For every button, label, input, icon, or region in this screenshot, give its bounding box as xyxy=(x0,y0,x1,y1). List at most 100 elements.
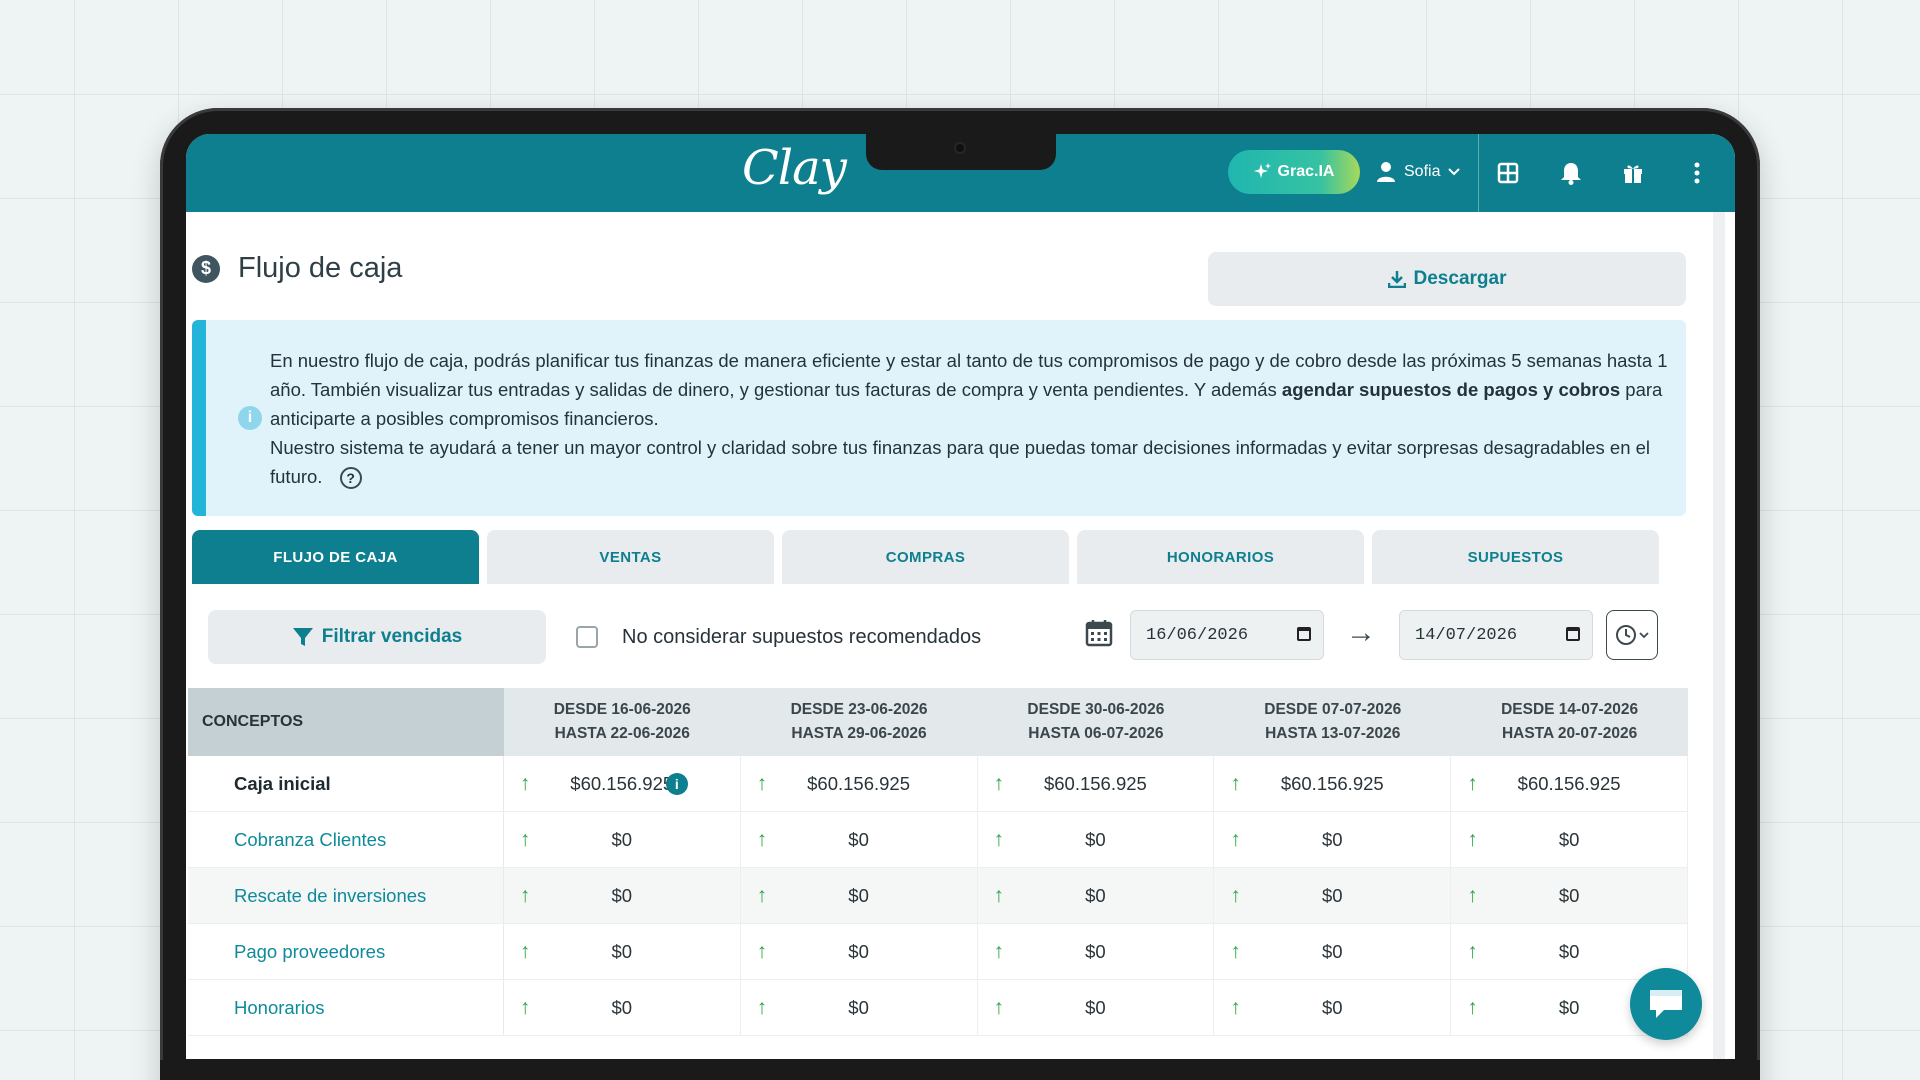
arrow-up-icon: ↑ xyxy=(519,995,531,1019)
arrow-up-icon: ↑ xyxy=(519,771,531,795)
arrow-up-icon: ↑ xyxy=(1230,827,1241,851)
date-from-input[interactable]: 16/06/2026 xyxy=(1130,610,1324,660)
camera-icon xyxy=(954,142,966,154)
column-header[interactable]: DESDE 16-06-2026 HASTA 22-06-2026 xyxy=(504,688,741,756)
info-icon[interactable]: i xyxy=(665,772,688,795)
grid-icon xyxy=(1497,162,1519,184)
cash-flow-table: CONCEPTOS DESDE 16-06-2026 HASTA 22-06-20… xyxy=(188,688,1689,1036)
column-header[interactable]: DESDE 07-07-2026 HASTA 13-07-2026 xyxy=(1214,688,1451,756)
download-button[interactable]: Descargar xyxy=(1208,252,1686,306)
cell-value: $0 xyxy=(848,940,869,962)
gifts-button[interactable] xyxy=(1618,158,1648,188)
help-icon[interactable]: ? xyxy=(339,467,362,490)
cell-value: $0 xyxy=(1085,828,1106,850)
column-header[interactable]: DESDE 30-06-2026 HASTA 06-07-2026 xyxy=(977,688,1214,756)
dollar-circle-icon: $ xyxy=(192,254,220,283)
table-cell[interactable]: ↑ $60.156.925 xyxy=(741,756,978,811)
exclude-recommended-label: No considerar supuestos recomendados xyxy=(622,626,982,648)
row-concept[interactable]: Cobranza Clientes xyxy=(188,812,504,867)
chat-button[interactable] xyxy=(1630,968,1702,1040)
scrollbar[interactable] xyxy=(1713,212,1725,1059)
arrow-up-icon: ↑ xyxy=(993,939,1005,963)
main-content: $ Flujo de caja Descargar i En nuestro f… xyxy=(186,212,1735,1059)
table-cell[interactable]: ↑ $0 xyxy=(741,812,978,867)
filter-overdue-button[interactable]: Filtrar vencidas xyxy=(208,610,546,664)
download-icon xyxy=(1387,271,1406,288)
row-concept[interactable]: Rescate de inversiones xyxy=(188,868,504,923)
arrow-up-icon: ↑ xyxy=(1230,995,1241,1019)
tab-compras[interactable]: COMPRAS xyxy=(782,530,1069,584)
apps-grid-button[interactable] xyxy=(1493,158,1523,188)
chevron-down-icon xyxy=(1448,168,1461,176)
table-cell[interactable]: ↑ $0 xyxy=(978,812,1215,867)
cell-value: $0 xyxy=(1085,996,1106,1018)
table-cell[interactable]: ↑ $0 xyxy=(1214,812,1452,867)
info-banner: i En nuestro flujo de caja, podrás plani… xyxy=(192,320,1686,516)
table-cell[interactable]: ↑ $60.156.925 xyxy=(1214,756,1452,811)
date-to-input[interactable]: 14/07/2026 xyxy=(1399,610,1593,660)
assistant-label: Grac.IA xyxy=(1277,163,1335,180)
cell-value: $0 xyxy=(848,884,869,906)
period-select-button[interactable] xyxy=(1606,610,1658,660)
notifications-button[interactable] xyxy=(1556,158,1586,188)
bell-icon xyxy=(1561,163,1581,185)
table-cell[interactable]: ↑ $0 xyxy=(978,868,1215,923)
tab-supuestos[interactable]: SUPUESTOS xyxy=(1372,530,1659,584)
user-menu[interactable]: Sofia xyxy=(1376,154,1461,190)
calendar-icon[interactable] xyxy=(1297,627,1311,641)
row-concept[interactable]: Honorarios xyxy=(188,980,504,1035)
table-cell[interactable]: ↑ $0 xyxy=(504,980,741,1035)
column-to: HASTA 06-07-2026 xyxy=(1028,725,1164,742)
cell-value: $0 xyxy=(1558,940,1580,962)
more-options-button[interactable] xyxy=(1682,158,1712,188)
table-cell[interactable]: ↑ $0 xyxy=(978,980,1215,1035)
tab-ventas[interactable]: VENTAS xyxy=(487,530,774,584)
table-cell[interactable]: ↑ $0 xyxy=(978,924,1215,979)
table-cell[interactable]: ↑ $60.156.925 i xyxy=(504,756,741,811)
sparkle-icon xyxy=(1253,163,1271,178)
table-cell[interactable]: ↑ $0 xyxy=(1214,868,1452,923)
arrow-up-icon: ↑ xyxy=(756,995,768,1019)
table-cell[interactable]: ↑ $0 xyxy=(504,812,741,867)
table-row: Caja inicial ↑ $60.156.925 i ↑ $60.156.925 … xyxy=(188,756,1689,812)
table-cell[interactable]: ↑ $0 xyxy=(1451,812,1689,867)
arrow-up-icon: ↑ xyxy=(519,939,531,963)
column-header[interactable]: DESDE 14-07-2026 HASTA 20-07-2026 xyxy=(1451,688,1688,756)
calendar-icon[interactable] xyxy=(1084,618,1114,648)
clock-icon xyxy=(1616,625,1636,645)
table-cell[interactable]: ↑ $0 xyxy=(504,924,741,979)
assistant-button[interactable]: Grac.IA xyxy=(1228,150,1360,194)
table-cell[interactable]: ↑ $0 xyxy=(1214,924,1452,979)
arrow-up-icon: ↑ xyxy=(993,827,1005,851)
user-name: Sofia xyxy=(1404,163,1441,180)
table-cell[interactable]: ↑ $0 xyxy=(1214,980,1452,1035)
arrow-right-icon: → xyxy=(1346,616,1376,649)
table-cell[interactable]: ↑ $60.156.925 xyxy=(978,756,1215,811)
filter-icon xyxy=(292,628,313,646)
cell-value: $0 xyxy=(848,828,869,850)
laptop-bezel xyxy=(160,1060,1760,1080)
arrow-up-icon: ↑ xyxy=(1467,883,1478,907)
cell-value: $60.156.925 xyxy=(1517,772,1621,794)
exclude-recommended-checkbox[interactable] xyxy=(576,626,598,648)
app-logo[interactable]: Clay xyxy=(742,140,847,196)
table-cell[interactable]: ↑ $0 xyxy=(1451,868,1689,923)
table-cell[interactable]: ↑ $0 xyxy=(504,868,741,923)
calendar-icon[interactable] xyxy=(1566,627,1580,641)
table-cell[interactable]: ↑ $0 xyxy=(741,980,978,1035)
info-line-2: Nuestro sistema te ayudará a tener un ma… xyxy=(270,437,1651,487)
cell-value: $60.156.925 xyxy=(1043,772,1147,794)
table-cell[interactable]: ↑ $60.156.925 xyxy=(1451,756,1689,811)
column-header[interactable]: DESDE 23-06-2026 HASTA 29-06-2026 xyxy=(741,688,978,756)
tab-honorarios[interactable]: HONORARIOS xyxy=(1077,530,1364,584)
tab-flujo-de-caja[interactable]: FLUJO DE CAJA xyxy=(192,530,479,584)
arrow-up-icon: ↑ xyxy=(993,995,1005,1019)
table-header: CONCEPTOS DESDE 16-06-2026 HASTA 22-06-20… xyxy=(188,688,1688,756)
row-concept[interactable]: Pago proveedores xyxy=(188,924,504,979)
chat-icon xyxy=(1650,990,1682,1018)
arrow-up-icon: ↑ xyxy=(993,771,1005,795)
cell-value: $0 xyxy=(611,828,633,850)
table-cell[interactable]: ↑ $0 xyxy=(741,868,978,923)
arrow-up-icon: ↑ xyxy=(756,939,768,963)
table-cell[interactable]: ↑ $0 xyxy=(741,924,978,979)
